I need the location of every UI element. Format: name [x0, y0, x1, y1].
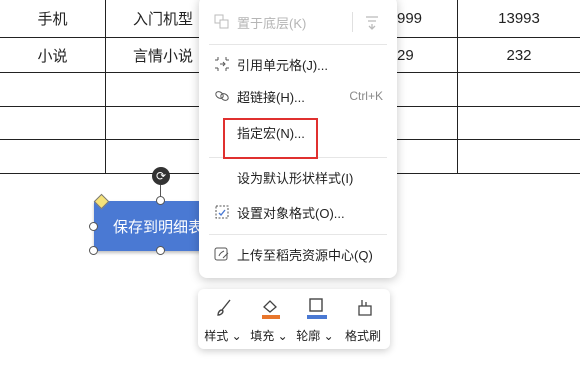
shape-label: 保存到明细表	[113, 218, 204, 236]
menu-separator	[209, 234, 387, 235]
brush-icon	[213, 297, 235, 319]
rotate-handle-icon[interactable]: ⟳	[152, 167, 170, 185]
cell[interactable]: 232	[458, 38, 580, 72]
cell[interactable]: 13993	[458, 0, 580, 37]
cell[interactable]: 999	[397, 0, 457, 37]
outline-button[interactable]: 轮廓 ⌄	[292, 295, 338, 345]
cell[interactable]: 29	[397, 38, 457, 72]
cell[interactable]: 入门机型	[105, 0, 198, 37]
column-divider	[105, 0, 106, 174]
split-divider	[352, 12, 353, 32]
resize-handle[interactable]	[89, 222, 98, 231]
cell-reference-icon	[213, 55, 231, 73]
column-divider	[457, 0, 458, 174]
resize-handle[interactable]	[89, 246, 98, 255]
format-object-icon	[213, 203, 231, 221]
cell[interactable]: 小说	[0, 38, 105, 72]
link-icon	[213, 87, 231, 105]
format-painter-icon	[353, 297, 375, 319]
resize-handle[interactable]	[156, 196, 165, 205]
send-to-back-icon	[213, 13, 231, 31]
menu-item-send-to-back[interactable]: 置于底层(K)	[199, 6, 397, 38]
menu-item-hyperlink[interactable]: 超链接(H)... Ctrl+K	[199, 80, 397, 112]
shape-format-toolbar: 样式 ⌄ 填充 ⌄ 轮廓 ⌄ 格式刷	[198, 289, 390, 349]
menu-item-format-object[interactable]: 设置对象格式(O)...	[199, 196, 397, 228]
cell[interactable]: 言情小说	[105, 38, 198, 72]
cell[interactable]: 手机	[0, 0, 105, 37]
menu-item-cell-reference[interactable]: 引用单元格(J)...	[199, 48, 397, 80]
menu-item-upload[interactable]: 上传至稻壳资源中心(Q)	[199, 238, 397, 270]
highlight-box	[223, 118, 318, 159]
style-button[interactable]: 样式 ⌄	[200, 295, 246, 345]
menu-item-set-default-style[interactable]: 设为默认形状样式(I)	[199, 161, 397, 193]
menu-separator	[209, 44, 387, 45]
upload-icon	[213, 245, 231, 263]
resize-handle[interactable]	[156, 246, 165, 255]
fill-bucket-icon	[259, 297, 281, 319]
layer-dropdown-icon[interactable]	[363, 13, 381, 34]
format-painter-button[interactable]: 格式刷	[340, 295, 386, 345]
outline-icon	[305, 297, 327, 319]
fill-button[interactable]: 填充 ⌄	[246, 295, 292, 345]
